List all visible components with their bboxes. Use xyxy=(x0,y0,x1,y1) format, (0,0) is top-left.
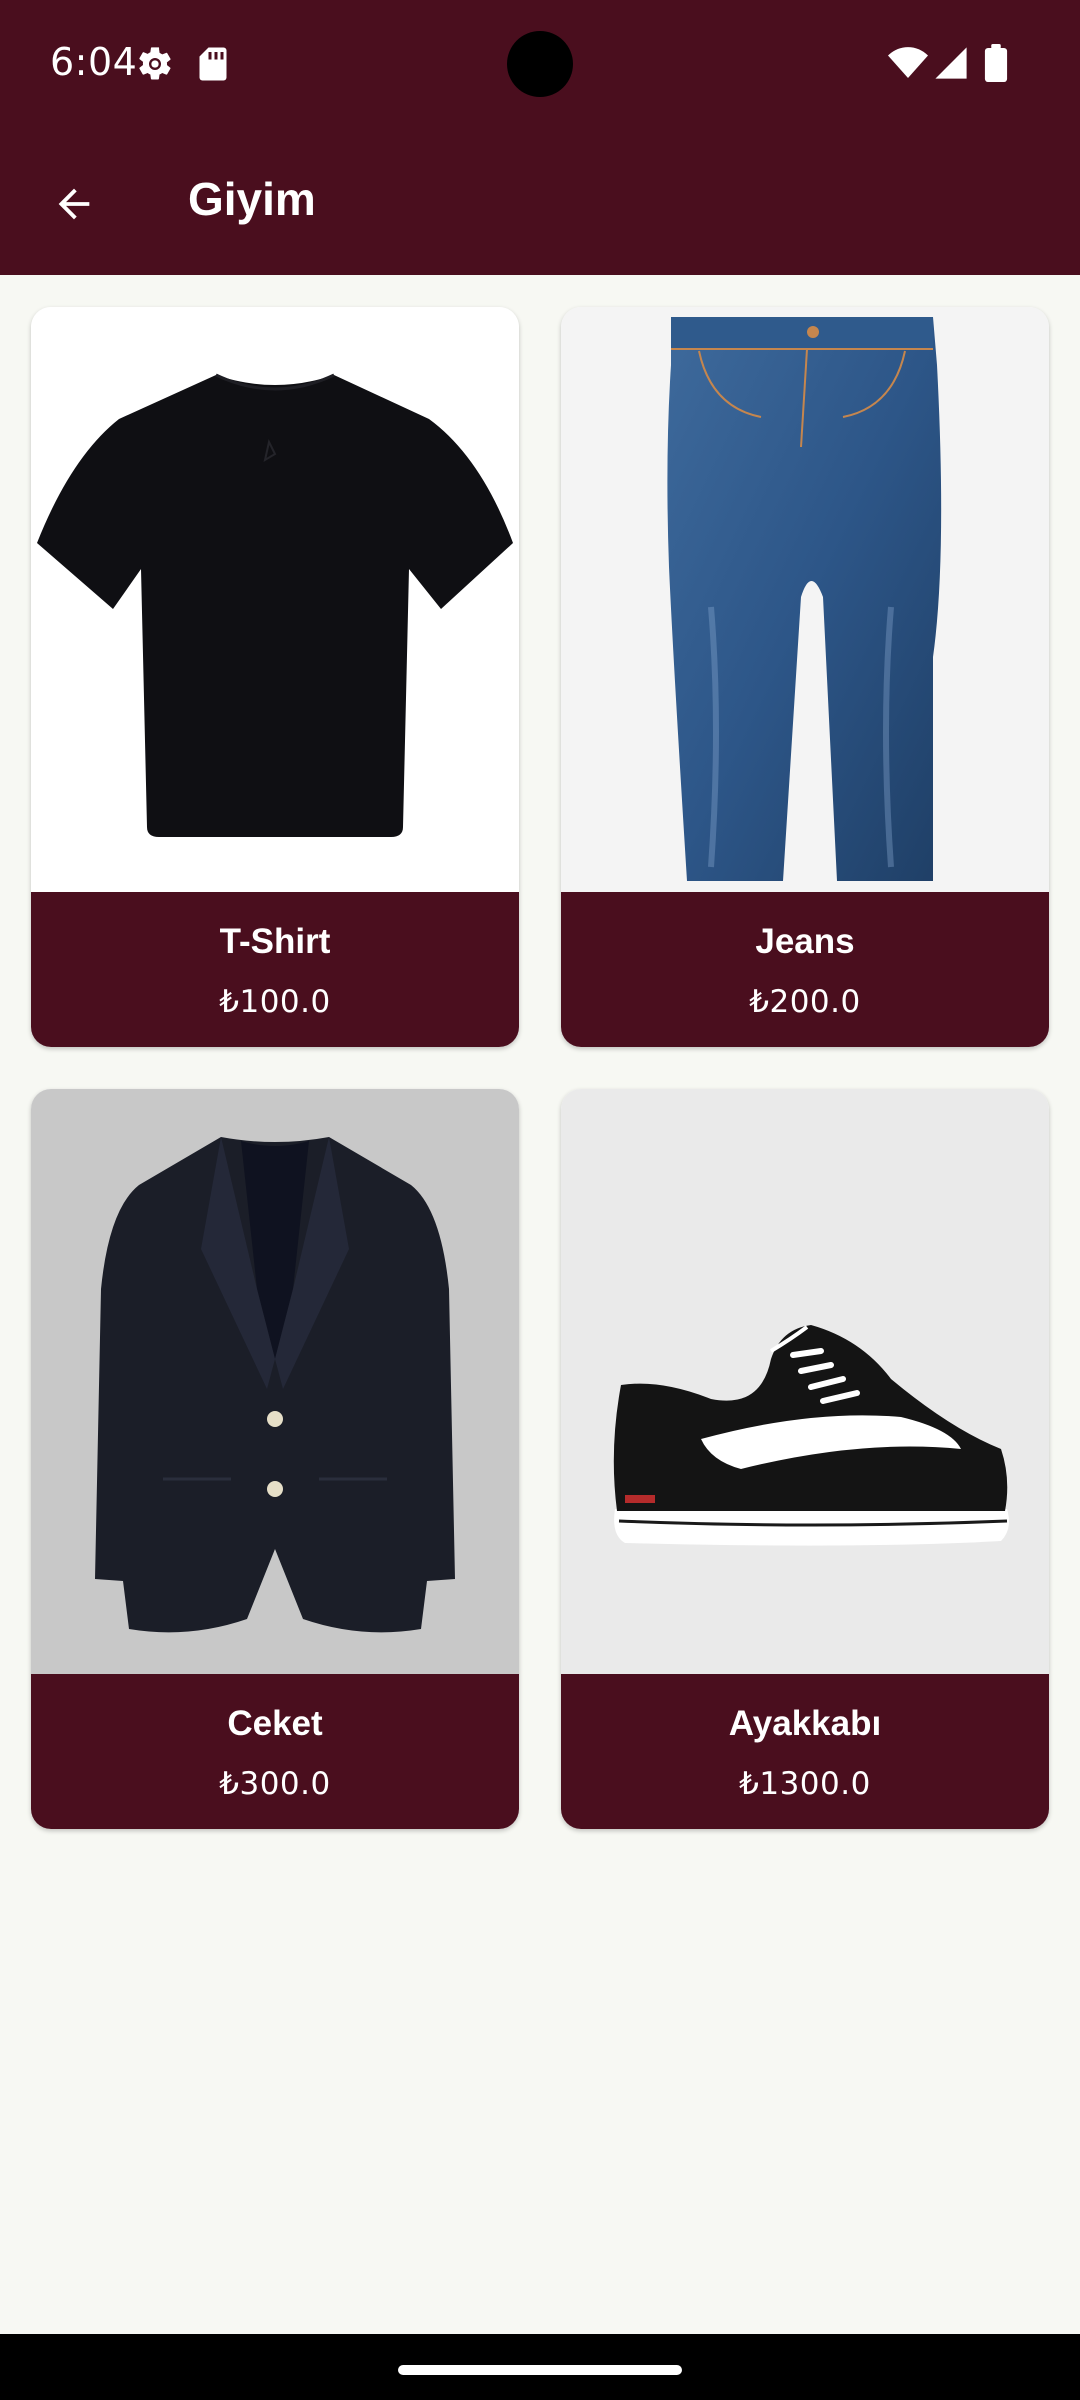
product-price: ₺300.0 xyxy=(219,1766,331,1802)
app-bar: Giyim xyxy=(0,130,1080,275)
product-price: ₺1300.0 xyxy=(739,1766,871,1802)
status-time: 6:04 xyxy=(50,40,138,84)
product-card[interactable]: Ayakkabı ₺1300.0 xyxy=(561,1089,1049,1829)
page-title: Giyim xyxy=(188,173,316,225)
blazer-illustration xyxy=(31,1089,519,1674)
settings-gear-icon xyxy=(139,47,171,80)
product-price: ₺100.0 xyxy=(219,984,331,1020)
product-info: Ceket ₺300.0 xyxy=(31,1674,519,1829)
jeans-illustration xyxy=(561,307,1049,892)
product-name: Ayakkabı xyxy=(728,1704,882,1743)
cell-signal-icon xyxy=(935,47,967,79)
sd-card-icon xyxy=(199,47,227,81)
product-info: T-Shirt ₺100.0 xyxy=(31,892,519,1047)
battery-icon xyxy=(984,44,1008,82)
product-card[interactable]: T-Shirt ₺100.0 xyxy=(31,307,519,1047)
product-name: T-Shirt xyxy=(219,922,331,961)
product-price: ₺200.0 xyxy=(749,984,861,1020)
product-info: Ayakkabı ₺1300.0 xyxy=(561,1674,1049,1829)
product-card[interactable]: Ceket ₺300.0 xyxy=(31,1089,519,1829)
wifi-icon xyxy=(888,47,928,78)
sneaker-illustration xyxy=(561,1089,1049,1674)
front-camera-cutout xyxy=(507,31,573,97)
product-image-jeans xyxy=(561,307,1049,892)
home-gesture-handle[interactable] xyxy=(398,2365,682,2375)
product-info: Jeans ₺200.0 xyxy=(561,892,1049,1047)
product-name: Jeans xyxy=(755,922,855,961)
product-image-shoe xyxy=(561,1089,1049,1674)
product-image-jacket xyxy=(31,1089,519,1674)
product-grid: T-Shirt ₺100.0 Jeans ₺200.0 Ceket ₺300.0… xyxy=(31,307,1049,1829)
back-button[interactable] xyxy=(38,168,110,240)
arrow-back-icon xyxy=(58,188,90,220)
system-navigation-bar xyxy=(0,2334,1080,2400)
product-name: Ceket xyxy=(227,1704,323,1743)
status-bar: 6:04 xyxy=(0,0,1080,130)
product-card[interactable]: Jeans ₺200.0 xyxy=(561,307,1049,1047)
tshirt-illustration xyxy=(31,307,519,892)
product-image-tshirt xyxy=(31,307,519,892)
